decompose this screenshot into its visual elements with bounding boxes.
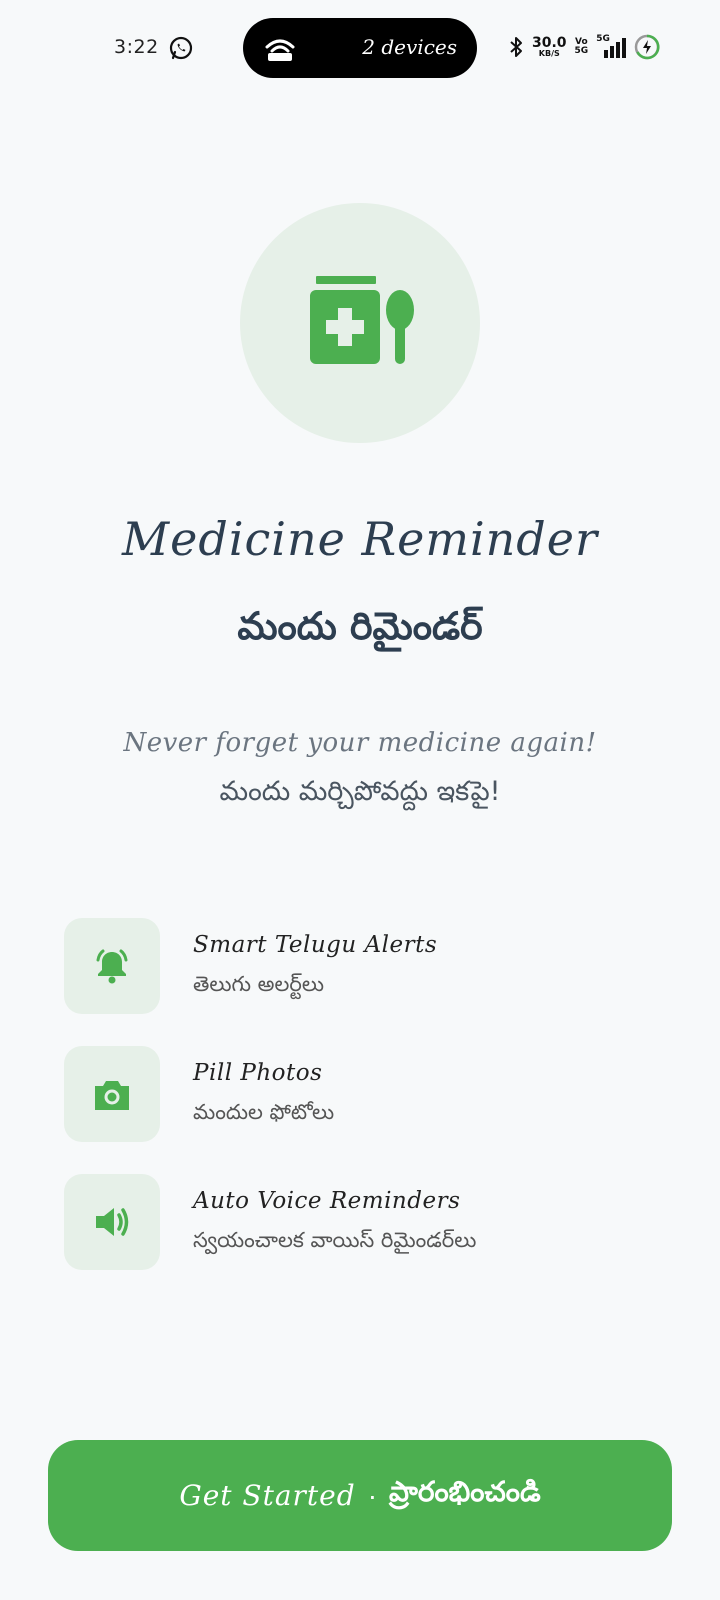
- bell-icon: [96, 949, 128, 984]
- whatsapp-icon: [169, 36, 193, 60]
- signal-strength-icon: 5G: [596, 34, 627, 58]
- app-title-english: Medicine Reminder: [122, 512, 598, 566]
- app-title-telugu: మందు రిమైండర్: [237, 604, 483, 648]
- feature-subtitle: మందుల ఫోటోలు: [193, 1100, 335, 1124]
- volte-indicator: Vo 5G: [574, 37, 589, 56]
- network-speed: 30.0 KB/S: [532, 35, 567, 58]
- battery-charging-icon: [634, 34, 660, 60]
- get-started-label-telugu: ప్రారంభించండి: [389, 1476, 541, 1507]
- feature-icon-tile: [64, 1174, 160, 1270]
- feature-subtitle: తెలుగు అలర్ట్‌లు: [193, 972, 324, 996]
- feature-title: Smart Telugu Alerts: [193, 932, 438, 958]
- speaker-icon: [96, 1208, 129, 1236]
- tagline-telugu: మందు మర్చిపోవద్దు ఇకపై!: [219, 776, 501, 807]
- tagline-english: Never forget your medicine again!: [123, 728, 597, 758]
- label-separator: ·: [367, 1479, 378, 1511]
- feature-icon-tile: [64, 1046, 160, 1142]
- feature-item-photos: Pill Photos మందుల ఫోటోలు: [64, 1046, 664, 1142]
- feature-title: Auto Voice Reminders: [193, 1188, 461, 1214]
- hotspot-indicator[interactable]: 2 devices: [243, 18, 477, 78]
- camera-icon: [95, 1081, 129, 1110]
- feature-item-voice: Auto Voice Reminders స్వయంచాలక వాయిస్ రి…: [64, 1174, 664, 1270]
- medicine-bottle-spoon-icon: [310, 276, 414, 364]
- get-started-label-english: Get Started: [179, 1479, 356, 1512]
- status-time: 3:22: [114, 36, 159, 58]
- hotspot-devices-text: 2 devices: [362, 35, 457, 59]
- feature-subtitle: స్వయంచాలక వాయిస్ రిమైండర్‌లు: [193, 1228, 477, 1252]
- bluetooth-icon: [510, 37, 522, 57]
- feature-title: Pill Photos: [193, 1060, 323, 1086]
- status-icons: 30.0 KB/S Vo 5G 5G: [508, 34, 660, 60]
- welcome-screen: 3:22 2 devices 30.0 KB/S Vo 5G 5G Medici…: [0, 0, 720, 1600]
- feature-icon-tile: [64, 918, 160, 1014]
- hotspot-icon: [265, 39, 295, 61]
- get-started-button[interactable]: Get Started · ప్రారంభించండి: [48, 1440, 672, 1551]
- network-type-label: 5G: [596, 34, 610, 44]
- app-logo: [240, 203, 480, 443]
- feature-item-alerts: Smart Telugu Alerts తెలుగు అలర్ట్‌లు: [64, 918, 664, 1014]
